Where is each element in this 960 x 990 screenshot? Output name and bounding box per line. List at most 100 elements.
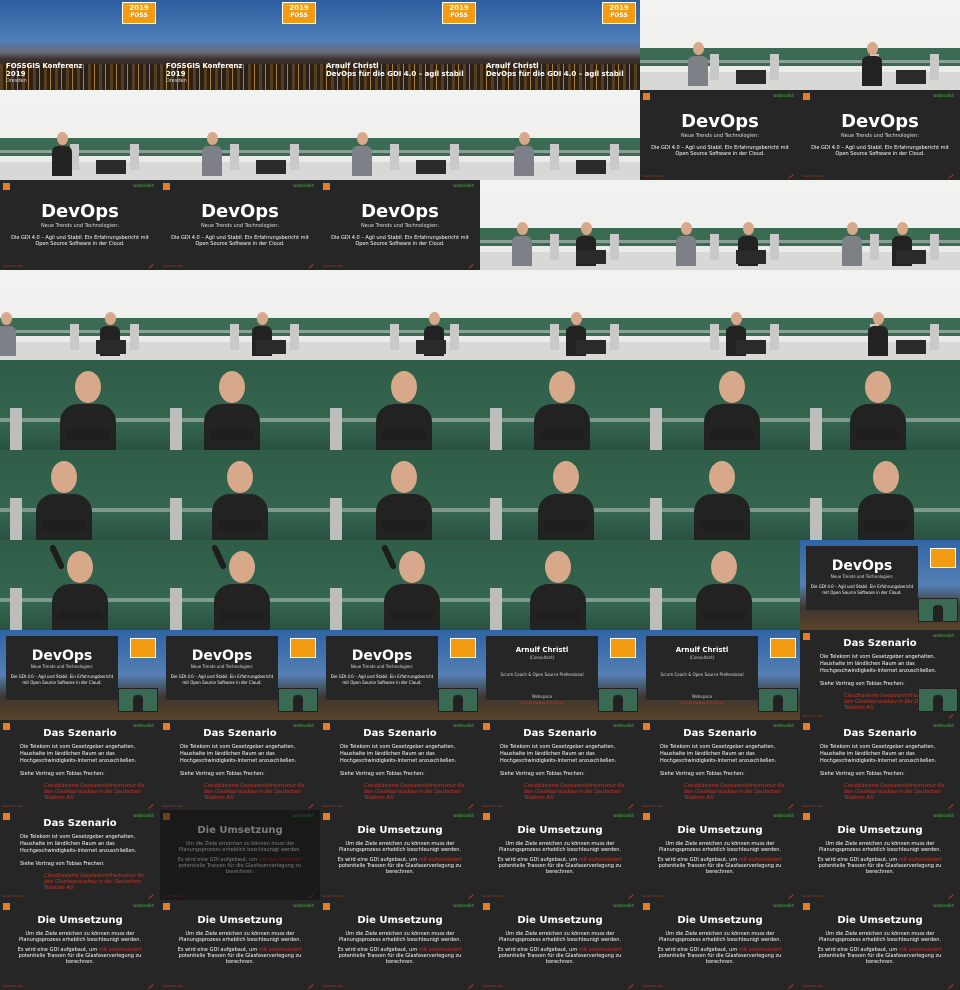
person-web-link: https://www.arnulf.us [520, 700, 564, 705]
slide-author: Arnulf Christl [323, 894, 343, 898]
speaker [676, 222, 696, 266]
umsetzung-title: Die Umsetzung [197, 915, 283, 926]
umsetzung-text-2: Es wird eine GDI aufgebaut, um mit autom… [814, 947, 946, 965]
video-frame-13: webtoolkit Arnulf Christl DevOps Neue Trend… [0, 180, 160, 270]
speaker-body [204, 404, 260, 450]
umsetzung-text-2c: potentielle Trassen für die Glasfaserver… [498, 953, 622, 965]
slide-logo-icon [163, 813, 170, 820]
video-frame-45: DevOps Neue Trends und Technologien: Die G… [320, 630, 480, 720]
video-frame-23 [640, 270, 800, 360]
logo-year: 2019 [449, 4, 469, 12]
person-name: Arnulf Christl [675, 646, 729, 654]
video-frame-4: 2019 FOSS Arnulf Christl DevOps für die GDI… [480, 0, 640, 90]
video-frame-43: DevOps Neue Trends und Technologien: Die G… [0, 630, 160, 720]
speaker-head [580, 222, 592, 235]
talk-author: Arnulf Christl [326, 62, 379, 70]
slide-inset: DevOps Neue Trends und Technologien: Die G… [806, 546, 918, 610]
speaker-head [730, 312, 742, 325]
video-frame-14: webtoolkit Arnulf Christl DevOps Neue Trend… [160, 180, 320, 270]
speaker-head [104, 312, 116, 325]
person-name: Arnulf Christl [515, 646, 569, 654]
szenario-text: Die Telekom ist vom Gesetzgeber angehalt… [340, 744, 457, 764]
devops-description: Die GDI 4.0 – Agil und Stabil. Ein Erfah… [171, 235, 309, 247]
devops-description: Die GDI 4.0 – Agil und Stabil. Ein Erfah… [11, 235, 149, 247]
lectern-post [170, 498, 182, 540]
slide-logo-icon [643, 903, 650, 910]
speaker [512, 222, 532, 266]
video-frame-44: DevOps Neue Trends und Technologien: Die G… [160, 630, 320, 720]
speaker-body [704, 404, 760, 450]
video-frame-25 [0, 360, 160, 450]
speaker-head [206, 132, 218, 145]
video-frame-55: webtoolkit Arnulf Christl Das Szenario Die … [0, 810, 160, 900]
slide-tick-icon [788, 984, 794, 989]
lectern-post [330, 498, 342, 540]
speaker [202, 132, 222, 176]
video-frame-15: webtoolkit Arnulf Christl DevOps Neue Trend… [320, 180, 480, 270]
speaker-head [75, 371, 101, 403]
umsetzung-title: Die Umsetzung [837, 915, 923, 926]
video-frame-12: webtoolkit Arnulf Christl DevOps Neue Trend… [800, 90, 960, 180]
speaker-body [530, 584, 586, 630]
devops-subtitle: Neue Trends und Technologien: [350, 664, 414, 669]
umsetzung-text: Um die Ziele erreichen zu können muss de… [178, 931, 301, 943]
speaker-head [0, 312, 12, 325]
lectern-post [710, 324, 719, 350]
slide-author: Arnulf Christl [643, 984, 663, 988]
video-frame-50: webtoolkit Arnulf Christl Das Szenario Die … [160, 720, 320, 810]
lectern-desk [576, 340, 606, 354]
lectern-post [10, 588, 22, 630]
slide-tick-icon [628, 984, 634, 989]
speaker-mini [613, 695, 623, 711]
fossgis-logo-icon: 2019 FOSS [442, 2, 476, 24]
szenario-reference: Siehe Vortrag von Tobias Frechen: [340, 771, 425, 777]
video-frame-28 [480, 360, 640, 450]
lectern-post [490, 408, 502, 450]
video-frame-39 [320, 540, 480, 630]
fossgis-logo-icon [770, 638, 796, 658]
lectern-desk [700, 520, 744, 530]
video-frame-1: 2019 FOSS FOSSGIS Konferenz 2019 Dresden [0, 0, 160, 90]
szenario-title: Das Szenario [203, 728, 277, 739]
slide-brand: webtoolkit [133, 183, 154, 188]
lectern-post [770, 54, 779, 80]
lectern-desk [210, 430, 254, 440]
video-frame-20 [160, 270, 320, 360]
lectern-desk [736, 340, 766, 354]
slide-brand: webtoolkit [613, 813, 634, 818]
devops-title: DevOps [201, 201, 279, 222]
umsetzung-title: Die Umsetzung [197, 825, 283, 836]
umsetzung-text: Um die Ziele erreichen zu können muss de… [818, 931, 941, 943]
lectern-post [490, 498, 502, 540]
city-skyline [320, 28, 480, 64]
slide-author: Arnulf Christl [163, 984, 183, 988]
slide-brand: webtoolkit [133, 903, 154, 908]
lectern-post [170, 408, 182, 450]
szenario-reference: Siehe Vortrag von Tobias Frechen: [660, 771, 745, 777]
speaker-body [842, 236, 862, 266]
umsetzung-title: Die Umsetzung [837, 825, 923, 836]
lectern-desk [42, 520, 86, 530]
lectern-desk [736, 70, 766, 84]
szenario-text: Die Telekom ist vom Gesetzgeber angehalt… [660, 744, 777, 764]
devops-title: DevOps [361, 201, 439, 222]
slide-author: Arnulf Christl [643, 894, 663, 898]
speaker-head [51, 461, 77, 493]
umsetzung-text: Um die Ziele erreichen zu können muss de… [178, 841, 301, 853]
szenario-text: Die Telekom ist vom Gesetzgeber angehalt… [500, 744, 617, 764]
slide-author: Arnulf Christl [323, 804, 343, 808]
szenario-talk-link: Cloudbasierte Geodateninfrastruktur für … [524, 783, 625, 801]
speaker-camera-inset [438, 688, 478, 712]
city-skyline [160, 28, 320, 64]
slide-author: Arnulf Christl [163, 804, 183, 808]
lectern-desk [58, 610, 102, 620]
devops-description: Die GDI 4.0 – Agil und Stabil. Ein Erfah… [330, 674, 434, 685]
video-frame-64: webtoolkit Arnulf Christl Die Umsetzung Um … [480, 900, 640, 990]
umsetzung-text-2: Es wird eine GDI aufgebaut, um mit autom… [494, 947, 626, 965]
slide-author: Arnulf Christl [803, 984, 823, 988]
video-frame-24 [800, 270, 960, 360]
speaker [842, 222, 862, 266]
slide-tick-icon [308, 264, 314, 269]
speaker-body [212, 494, 268, 540]
szenario-text: Die Telekom ist vom Gesetzgeber angehalt… [820, 744, 937, 764]
